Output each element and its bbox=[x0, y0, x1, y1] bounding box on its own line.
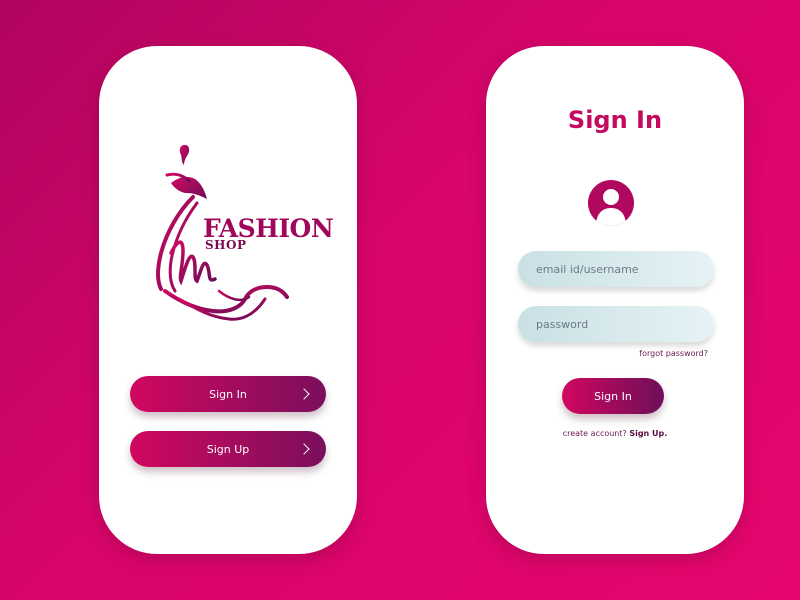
sign-in-button-label: Sign In bbox=[209, 387, 247, 401]
welcome-screen: FASHION SHOP Sign In Sign Up bbox=[99, 46, 357, 554]
create-account-prompt: create account? Sign Up. bbox=[486, 429, 744, 438]
create-account-text: create account? bbox=[562, 429, 627, 438]
logo-subtitle: SHOP bbox=[205, 238, 247, 252]
chevron-right-icon bbox=[298, 443, 310, 455]
forgot-password-link[interactable]: forgot password? bbox=[639, 349, 708, 358]
sign-in-submit-button[interactable]: Sign In bbox=[562, 378, 664, 414]
sign-in-screen: Sign In forgot password? Sign In create … bbox=[486, 46, 744, 554]
user-icon bbox=[588, 180, 634, 226]
chevron-right-icon bbox=[298, 388, 310, 400]
password-field[interactable] bbox=[518, 306, 714, 342]
sign-up-link[interactable]: Sign Up. bbox=[629, 429, 667, 438]
page-title: Sign In bbox=[567, 106, 663, 134]
email-field[interactable] bbox=[518, 251, 714, 287]
sign-in-button[interactable]: Sign In bbox=[130, 376, 326, 412]
sign-up-button[interactable]: Sign Up bbox=[130, 431, 326, 467]
sign-up-button-label: Sign Up bbox=[206, 442, 250, 456]
